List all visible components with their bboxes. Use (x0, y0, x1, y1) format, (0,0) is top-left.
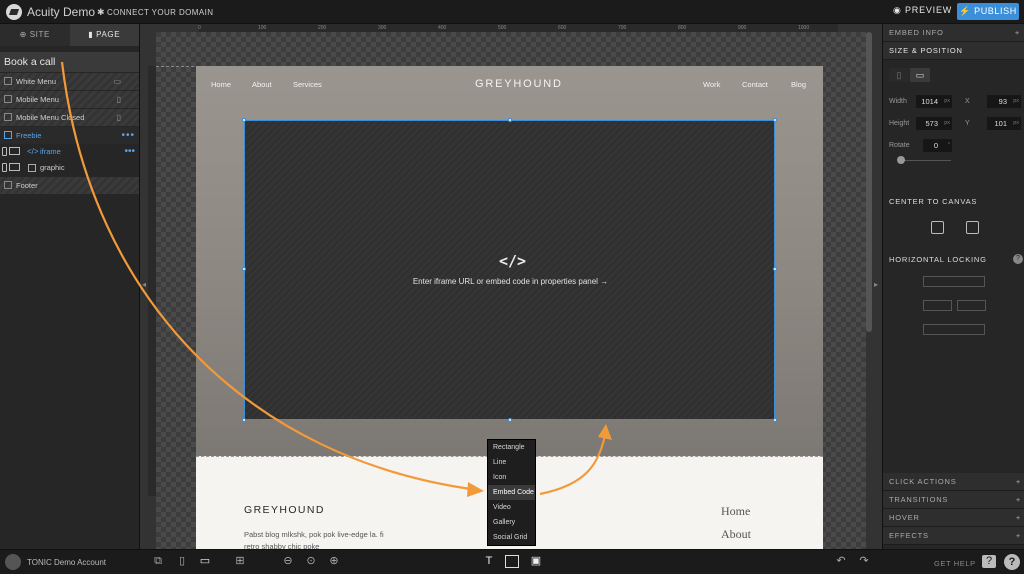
y-value: 101 (994, 119, 1007, 128)
lower-sections: CLICK ACTIONS + TRANSITIONS + HOVER + EFFEC… (883, 473, 1024, 545)
rotate-slider[interactable] (903, 160, 951, 161)
height-label: Height (889, 120, 910, 127)
x-input[interactable]: 93 px (987, 95, 1021, 108)
grid-icon[interactable]: ⊞ (233, 555, 247, 568)
section-title: EFFECTS (889, 531, 929, 540)
avatar[interactable] (5, 554, 21, 570)
y-label: Y (965, 120, 970, 127)
responsive-view-icon[interactable]: ⧉ (151, 555, 165, 568)
app-root: Acuity Demo ✱ CONNECT YOUR DOMAIN ◉ PREVI… (0, 0, 1024, 574)
redo-icon[interactable]: ↷ (857, 555, 871, 568)
effects-section[interactable]: EFFECTS + (883, 527, 1024, 545)
degree-label: ° (947, 142, 950, 148)
embed-info-section[interactable]: EMBED INFO + (883, 24, 1024, 42)
add-text-icon[interactable]: T (482, 555, 496, 568)
undo-icon[interactable]: ↶ (834, 555, 848, 568)
x-value: 93 (998, 97, 1007, 106)
annotation-arrows (60, 61, 612, 497)
get-help-link[interactable]: GET HELP (934, 559, 976, 568)
x-label: X (965, 98, 970, 105)
section-title: SIZE & POSITION (889, 46, 963, 55)
bottom-bar: TONIC Demo Account ⧉ ▯ ▭ ⊞ ⊖ ⊙ ⊕ T ▣ ↶ ↷… (0, 549, 1024, 574)
section-title: CLICK ACTIONS (889, 477, 957, 486)
arrow-to-embed-frame (539, 429, 608, 496)
expand-icon[interactable]: + (1016, 491, 1021, 509)
section-title: HOVER (889, 513, 920, 522)
expand-icon[interactable]: + (1016, 473, 1021, 491)
add-shape-icon[interactable] (505, 555, 519, 568)
lock-right-button[interactable] (957, 300, 986, 311)
unit-label: px (944, 120, 950, 126)
click-actions-section[interactable]: CLICK ACTIONS + (883, 473, 1024, 491)
rotate-slider-knob[interactable] (897, 156, 905, 164)
unit-label: px (944, 98, 950, 104)
properties-panel: EMBED INFO + SIZE & POSITION ▯ ▭ Width 1… (882, 24, 1024, 549)
arrowhead-embed-code (467, 482, 484, 497)
rotate-input[interactable]: 0 ° (923, 139, 952, 152)
height-value: 573 (925, 119, 938, 128)
mobile-tab-icon[interactable]: ▯ (889, 68, 909, 82)
expand-icon[interactable]: + (1015, 24, 1020, 42)
horizontal-locking-title: HORIZONTAL LOCKING (889, 255, 987, 264)
account-name[interactable]: TONIC Demo Account (27, 558, 106, 567)
arrow-to-embed-code (60, 61, 479, 492)
center-vertical-button[interactable] (966, 221, 979, 234)
expand-icon[interactable]: + (1016, 509, 1021, 527)
lock-left-button[interactable] (923, 276, 985, 287)
unit-label: px (1013, 120, 1019, 126)
width-input[interactable]: 1014 px (916, 95, 952, 108)
zoom-fit-icon[interactable]: ⊙ (304, 555, 318, 568)
unit-label: px (1013, 98, 1019, 104)
help-icon[interactable]: ? (1013, 254, 1023, 264)
lock-left-right-button[interactable] (923, 300, 952, 311)
width-value: 1014 (921, 97, 938, 106)
help-document-icon[interactable]: ? (982, 555, 996, 568)
section-title: TRANSITIONS (889, 495, 949, 504)
size-position-section[interactable]: SIZE & POSITION (883, 42, 1024, 60)
height-input[interactable]: 573 px (916, 117, 952, 130)
help-chat-icon[interactable]: ? (1004, 554, 1020, 570)
y-input[interactable]: 101 px (987, 117, 1021, 130)
zoom-in-icon[interactable]: ⊕ (327, 555, 341, 568)
hover-section[interactable]: HOVER + (883, 509, 1024, 527)
zoom-out-icon[interactable]: ⊖ (281, 555, 295, 568)
center-horizontal-button[interactable] (931, 221, 944, 234)
section-title: EMBED INFO (889, 28, 944, 37)
mobile-view-icon[interactable]: ▯ (175, 555, 189, 568)
desktop-view-icon[interactable]: ▭ (198, 555, 212, 568)
lock-stretch-button[interactable] (923, 324, 985, 335)
desktop-tab-icon[interactable]: ▭ (910, 68, 930, 82)
width-label: Width (889, 98, 907, 105)
rotate-label: Rotate (889, 142, 910, 149)
add-image-icon[interactable]: ▣ (529, 555, 543, 568)
arrowhead-embed-frame (598, 424, 612, 440)
rotate-value: 0 (933, 141, 938, 150)
center-to-canvas-title: CENTER TO CANVAS (889, 197, 978, 206)
expand-icon[interactable]: + (1016, 527, 1021, 545)
transitions-section[interactable]: TRANSITIONS + (883, 491, 1024, 509)
